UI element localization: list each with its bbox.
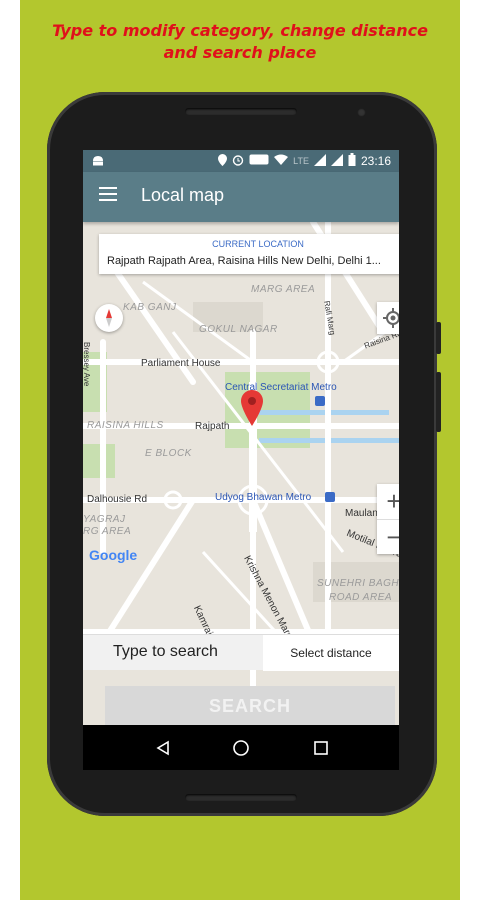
- search-input[interactable]: Type to search: [83, 634, 263, 670]
- front-camera: [357, 108, 366, 117]
- phone-frame: LTE 23:16 Local map KAB GANJ MARG AREA G…: [47, 92, 441, 816]
- compass-icon: [106, 309, 112, 327]
- phone-screen: LTE 23:16 Local map KAB GANJ MARG AREA G…: [83, 150, 399, 770]
- search-button[interactable]: SEARCH: [105, 686, 395, 726]
- signal-2-icon: [330, 153, 343, 169]
- back-icon[interactable]: [143, 725, 183, 770]
- current-location-label: CURRENT LOCATION: [212, 239, 304, 249]
- distance-select[interactable]: Select distance: [263, 634, 399, 671]
- android-icon: [91, 153, 105, 170]
- status-bar: LTE 23:16: [83, 150, 399, 172]
- label-marg-area: MARG AREA: [251, 284, 316, 295]
- network-type: LTE: [293, 156, 309, 166]
- label-sunehri: SUNEHRI BAGH: [317, 578, 399, 589]
- google-logo-text: Google: [89, 547, 138, 563]
- label-rg-area: RG AREA: [83, 526, 132, 537]
- compass-button[interactable]: [95, 304, 123, 332]
- label-rajpath: Rajpath: [195, 421, 230, 432]
- recents-icon[interactable]: [301, 725, 341, 770]
- crosshair-icon: [383, 308, 399, 328]
- label-parliament: Parliament House: [141, 358, 221, 369]
- label-e-block: E BLOCK: [145, 448, 192, 459]
- current-location-card[interactable]: CURRENT LOCATION Rajpath Rajpath Area, R…: [99, 234, 399, 274]
- label-kab-ganj: KAB GANJ: [123, 302, 177, 313]
- power-button: [436, 322, 441, 354]
- bottom-speaker: [185, 794, 297, 801]
- status-time: 23:16: [360, 154, 391, 168]
- label-udyog: Udyog Bhawan Metro: [215, 492, 312, 503]
- label-gokul-nagar: GOKUL NAGAR: [199, 324, 278, 335]
- label-bressey: Bressey Ave: [83, 342, 91, 387]
- status-icons: LTE 23:16: [218, 153, 391, 169]
- label-yagraj: YAGRAJ: [83, 514, 126, 525]
- zoom-controls: + −: [377, 484, 399, 554]
- location-pin-icon[interactable]: [241, 390, 263, 431]
- caption-line-2: and search place: [163, 43, 317, 62]
- metro-icon: [315, 396, 325, 406]
- wifi-icon: [274, 154, 289, 168]
- google-logo: Google: [89, 547, 137, 563]
- metro-icon: [325, 492, 335, 502]
- top-speaker: [185, 108, 297, 115]
- label-dalhousie: Dalhousie Rd: [87, 494, 148, 505]
- location-icon: [218, 153, 228, 169]
- battery-icon: [348, 153, 356, 169]
- map-view[interactable]: KAB GANJ MARG AREA GOKUL NAGAR Parliamen…: [83, 222, 399, 770]
- volume-button: [436, 372, 441, 432]
- signal-icon: [313, 153, 326, 169]
- label-road-area: ROAD AREA: [329, 592, 393, 603]
- app-title: Local map: [141, 185, 225, 205]
- volte-icon: [249, 154, 269, 168]
- current-location-value: Rajpath Rajpath Area, Raisina Hills New …: [107, 255, 381, 267]
- zoom-out-button[interactable]: −: [377, 519, 399, 555]
- home-icon[interactable]: [221, 725, 261, 770]
- search-row: Type to search Select distance: [83, 634, 399, 671]
- promo-background: Type to modify category, change distance…: [20, 0, 460, 900]
- alarm-icon: [232, 154, 244, 169]
- promo-caption: Type to modify category, change distance…: [20, 20, 460, 64]
- caption-line-1: Type to modify category, change distance: [52, 21, 428, 40]
- app-bar: Local map: [83, 172, 399, 222]
- menu-icon[interactable]: [99, 187, 117, 205]
- my-location-button[interactable]: [377, 302, 399, 334]
- zoom-in-button[interactable]: +: [377, 484, 399, 519]
- label-raisina-hills: RAISINA HILLS: [87, 420, 164, 431]
- android-nav-bar: [83, 725, 399, 770]
